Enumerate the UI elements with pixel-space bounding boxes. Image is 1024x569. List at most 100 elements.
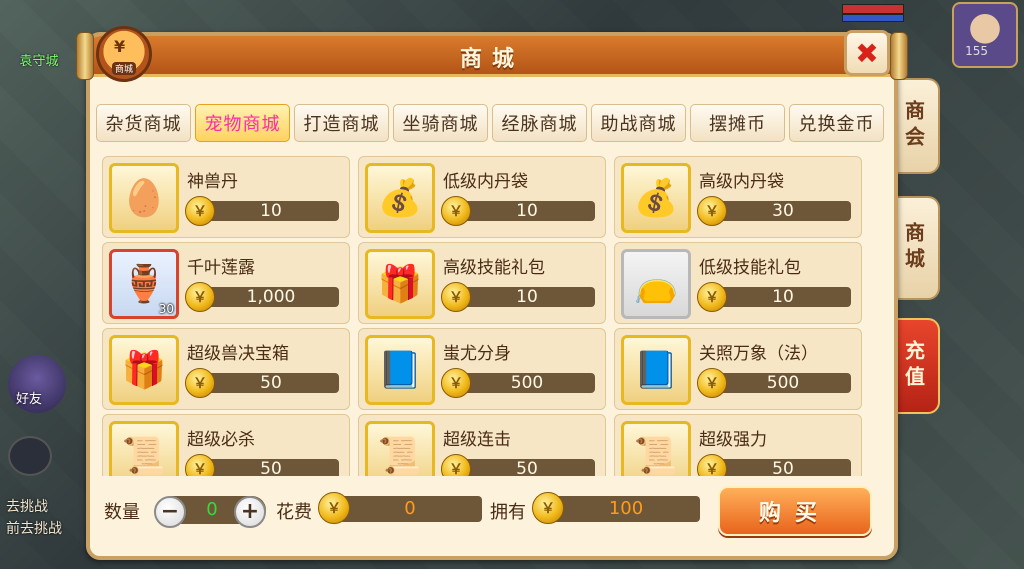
quantity-plus-button[interactable]: +: [234, 496, 266, 528]
item-glyph: 📘: [633, 350, 679, 391]
item-card[interactable]: 📜 超级必杀 50 ￥: [102, 414, 350, 476]
cost-value: 0: [338, 496, 482, 522]
category-tab-meridian[interactable]: 经脉商城: [492, 104, 587, 142]
scroll-icon: 📜: [621, 421, 691, 476]
panel-title: 商城: [459, 47, 524, 72]
title-bar: 商城: [90, 36, 894, 77]
item-price: 30: [715, 201, 851, 221]
blue-vial-icon: 🏺 30: [109, 249, 179, 319]
coin-icon: ￥: [185, 368, 215, 398]
chat-log: 去挑战 前去挑战: [6, 496, 62, 540]
item-card[interactable]: 📜 超级连击 50 ￥: [358, 414, 606, 476]
purchase-footer: 数量 0 − + 花费 0 ￥ 拥有 100 ￥ 购买: [90, 482, 894, 546]
item-card[interactable]: 🏺 30 千叶莲露 1,000 ￥: [102, 242, 350, 324]
close-button[interactable]: ✖: [844, 30, 890, 76]
item-name: 千叶莲露: [187, 258, 255, 278]
item-card[interactable]: 💰 低级内丹袋 10 ￥: [358, 156, 606, 238]
item-glyph: 📜: [633, 436, 679, 476]
coin-icon: ￥: [697, 368, 727, 398]
category-tab-assist[interactable]: 助战商城: [591, 104, 686, 142]
item-card[interactable]: 🎁 高级技能礼包 10 ￥: [358, 242, 606, 324]
red-pouch-icon: 💰: [621, 163, 691, 233]
chat-line: 去挑战: [6, 499, 48, 515]
coin-icon: ￥: [185, 282, 215, 312]
item-stack-count: 30: [158, 302, 174, 316]
item-card[interactable]: 🥚 神兽丹 10 ￥: [102, 156, 350, 238]
scroll-knob-left: [76, 32, 94, 80]
item-price: 50: [715, 459, 851, 476]
coin-icon: ￥: [532, 492, 564, 524]
category-tab-mounts[interactable]: 坐骑商城: [393, 104, 488, 142]
item-name: 超级必杀: [187, 430, 255, 450]
chat-line: 前去挑战: [6, 521, 62, 537]
item-name: 超级强力: [699, 430, 767, 450]
item-name: 高级内丹袋: [699, 172, 784, 192]
mp-bar: [842, 14, 904, 22]
item-name: 高级技能礼包: [443, 258, 545, 278]
item-card[interactable]: 💰 高级内丹袋 30 ￥: [614, 156, 862, 238]
shop-panel: 商城 ¥ 商城 ✖ 杂货商城 宠物商城 打造商城 坐骑商城 经脉商城 助战商城 …: [76, 26, 908, 560]
red-pouch-icon: 💰: [365, 163, 435, 233]
gift-box-icon: 🎁: [109, 335, 179, 405]
yen-bag-icon: ¥: [114, 37, 126, 56]
scroll-knob-right: [890, 32, 908, 80]
egg-icon: 🥚: [109, 163, 179, 233]
blue-book-icon: 📘: [621, 335, 691, 405]
item-card[interactable]: 🎁 超级兽决宝箱 50 ￥: [102, 328, 350, 410]
item-name: 低级技能礼包: [699, 258, 801, 278]
item-name: 关照万象（法）: [699, 344, 818, 364]
category-tab-groceries[interactable]: 杂货商城: [96, 104, 191, 142]
category-tab-crafting[interactable]: 打造商城: [294, 104, 389, 142]
coin-icon: ￥: [318, 492, 350, 524]
item-glyph: 👝: [633, 264, 679, 305]
player-avatar[interactable]: [952, 2, 1018, 68]
item-glyph: 🥚: [121, 178, 167, 219]
hp-bar: [842, 4, 904, 14]
blue-book-icon: 📘: [365, 335, 435, 405]
close-icon: ✖: [855, 36, 879, 70]
logo-label: 商城: [111, 62, 136, 75]
quantity-label: 数量: [104, 502, 140, 523]
item-price: 500: [459, 373, 595, 393]
item-card[interactable]: 📘 关照万象（法） 500 ￥: [614, 328, 862, 410]
coin-icon: ￥: [697, 282, 727, 312]
item-glyph: 🎁: [121, 350, 167, 391]
owned-value: 100: [552, 496, 700, 522]
item-price: 10: [459, 287, 595, 307]
quantity-minus-button[interactable]: −: [154, 496, 186, 528]
purple-pouch-icon: 👝: [621, 249, 691, 319]
owned-label: 拥有: [490, 502, 526, 523]
shop-logo-icon: ¥ 商城: [96, 26, 152, 82]
coin-icon: ￥: [441, 196, 471, 226]
item-name: 神兽丹: [187, 172, 238, 192]
item-name: 超级兽决宝箱: [187, 344, 289, 364]
coin-icon: ￥: [185, 196, 215, 226]
item-card[interactable]: 📘 蚩尤分身 500 ￥: [358, 328, 606, 410]
item-glyph: 💰: [377, 178, 423, 219]
category-tab-pets[interactable]: 宠物商城: [195, 104, 290, 142]
buy-button[interactable]: 购买: [718, 486, 872, 536]
cost-label: 花费: [276, 502, 312, 523]
item-card[interactable]: 👝 低级技能礼包 10 ￥: [614, 242, 862, 324]
item-glyph: 🎁: [377, 264, 423, 305]
item-price: 500: [715, 373, 851, 393]
category-tabs: 杂货商城 宠物商城 打造商城 坐骑商城 经脉商城 助战商城 摆摊币 兑换金币: [96, 104, 884, 142]
coin-icon: ￥: [441, 282, 471, 312]
item-price: 10: [715, 287, 851, 307]
item-name: 超级连击: [443, 430, 511, 450]
scroll-icon: 📜: [365, 421, 435, 476]
item-card[interactable]: 📜 超级强力 50 ￥: [614, 414, 862, 476]
scroll-icon: 📜: [109, 421, 179, 476]
item-glyph: 💰: [633, 178, 679, 219]
item-grid: 🥚 神兽丹 10 ￥ 💰 低级内丹袋 10 ￥ 💰 高级内丹袋 30 ￥ 🏺 30 千叶莲露 1,000 ￥ 🎁 高…: [102, 156, 872, 476]
coin-icon: ￥: [697, 454, 727, 476]
category-tab-stall-coin[interactable]: 摆摊币: [690, 104, 785, 142]
item-name: 蚩尤分身: [443, 344, 511, 364]
category-tab-exchange-gold[interactable]: 兑换金币: [789, 104, 884, 142]
item-glyph: 📘: [377, 350, 423, 391]
item-price: 1,000: [203, 287, 339, 307]
item-price: 50: [203, 459, 339, 476]
gift-box-icon: 🎁: [365, 249, 435, 319]
item-name: 低级内丹袋: [443, 172, 528, 192]
chat-icon[interactable]: [8, 436, 52, 476]
